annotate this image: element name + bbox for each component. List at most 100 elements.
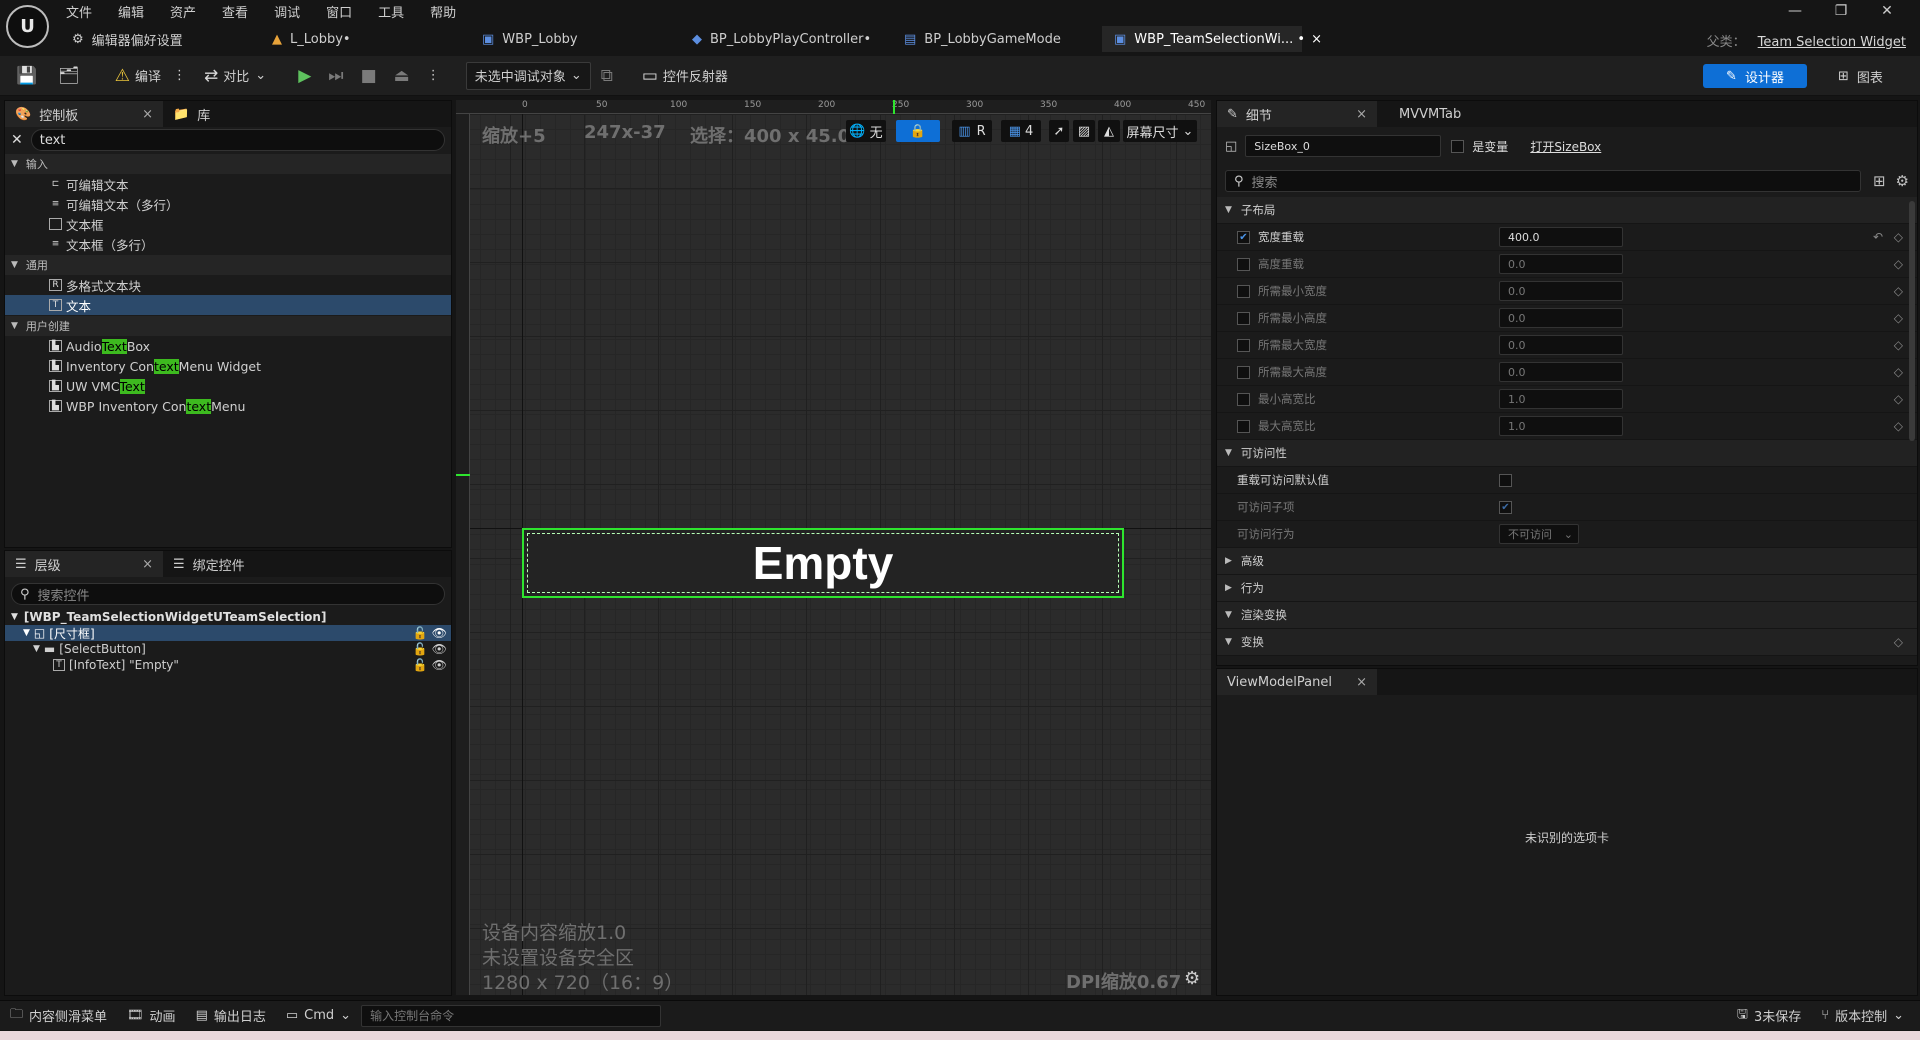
tab-bp-lobby-game-mode[interactable]: ▤ BP_LobbyGameMode bbox=[892, 26, 1102, 52]
cmd-dropdown[interactable]: ▭ Cmd ⌄ bbox=[276, 1001, 361, 1031]
diff-button[interactable]: ⇄ 对比 ⌄ bbox=[198, 61, 272, 91]
hierarchy-node-sizebox[interactable]: ▼ ◱ [尺寸框] 🔓 👁 bbox=[5, 625, 451, 641]
console-command-input[interactable]: 输入控制台命令 bbox=[361, 1004, 662, 1027]
lock-icon[interactable]: 🔓 bbox=[413, 658, 428, 672]
flip-tool[interactable]: ◭ bbox=[1098, 120, 1120, 142]
min-width-input[interactable]: 0.0 bbox=[1499, 281, 1623, 301]
close-window-icon[interactable]: ✕ bbox=[1864, 3, 1910, 19]
details-scrollbar[interactable] bbox=[1909, 201, 1915, 441]
palette-item[interactable]: ▙ UW VMC Text bbox=[5, 376, 451, 396]
tab-library[interactable]: 📁 库 bbox=[163, 101, 220, 127]
hierarchy-root[interactable]: ▼ [WBP_TeamSelectionWidgetUTeamSelection] bbox=[5, 609, 451, 625]
output-log-button[interactable]: ▤ 输出日志 bbox=[186, 1001, 276, 1031]
image-tool[interactable]: ▨ bbox=[1073, 120, 1095, 142]
lock-icon[interactable]: 🔓 bbox=[413, 626, 428, 640]
accessible-behavior-dropdown[interactable]: 不可访问 ⌄ bbox=[1499, 524, 1579, 544]
palette-search-input[interactable]: text bbox=[30, 129, 445, 151]
unsaved-button[interactable]: 🖫 3未保存 bbox=[1727, 1001, 1811, 1031]
animation-button[interactable]: 🎞 动画 bbox=[117, 1001, 186, 1031]
respect-locks-toggle[interactable]: ▥ R bbox=[952, 120, 992, 142]
section-render-transform[interactable]: ▼ 渲染变换 bbox=[1217, 602, 1917, 629]
minimize-icon[interactable]: — bbox=[1772, 3, 1818, 19]
tab-bind-widgets[interactable]: ☰ 绑定控件 bbox=[163, 551, 255, 577]
tab-viewmodel-panel[interactable]: ViewModelPanel × bbox=[1217, 669, 1377, 695]
override-accessible-checkbox[interactable] bbox=[1499, 473, 1512, 487]
reset-arrow-icon[interactable]: ↶ bbox=[1873, 230, 1883, 244]
save-button[interactable]: 💾 bbox=[10, 61, 48, 91]
grid-snap-toggle[interactable]: ▦ 4 bbox=[1001, 120, 1041, 142]
palette-item[interactable]: ▙ Audio Text Box bbox=[5, 336, 451, 356]
graph-mode-button[interactable]: ⊞ 图表 bbox=[1838, 64, 1883, 88]
eye-icon[interactable]: 👁 bbox=[432, 658, 447, 672]
tab-details[interactable]: ✎ 细节 × bbox=[1217, 101, 1377, 127]
table-view-icon[interactable]: ⊞ bbox=[1873, 172, 1886, 190]
close-icon[interactable]: × bbox=[1311, 32, 1322, 47]
max-width-checkbox[interactable] bbox=[1237, 338, 1250, 352]
palette-item[interactable]: 文本框 bbox=[5, 214, 451, 234]
dpi-settings-gear-icon[interactable]: ⚙ bbox=[1184, 968, 1200, 989]
tab-mvvm[interactable]: MVVMTab bbox=[1389, 101, 1471, 127]
unreal-logo-icon[interactable]: U bbox=[6, 5, 49, 48]
keyframe-diamond-icon[interactable]: ◇ bbox=[1894, 365, 1903, 379]
play-button[interactable]: ▶ bbox=[292, 61, 322, 91]
keyframe-diamond-icon[interactable]: ◇ bbox=[1894, 419, 1903, 433]
palette-item[interactable]: ▙ WBP Inventory Con text Menu bbox=[5, 396, 451, 416]
settings-gear-icon[interactable]: ⚙ bbox=[1896, 172, 1909, 190]
category-user-created[interactable]: ▼ 用户创建 bbox=[5, 316, 451, 336]
palette-item[interactable]: ⊏ 可编辑文本 bbox=[5, 174, 451, 194]
max-height-input[interactable]: 0.0 bbox=[1499, 362, 1623, 382]
tab-wbp-team-selection[interactable]: ▣ WBP_TeamSelectionWi... • × bbox=[1102, 26, 1322, 52]
section-transform[interactable]: ▼ 变换 ◇ bbox=[1217, 629, 1917, 656]
localization-toggle[interactable]: 🌐 无 bbox=[846, 120, 886, 142]
palette-item[interactable]: R 多格式文本块 bbox=[5, 275, 451, 295]
browse-button[interactable]: 🗂 bbox=[52, 61, 91, 91]
designer-mode-button[interactable]: ✎ 设计器 bbox=[1703, 64, 1807, 88]
palette-item[interactable]: ▙ Inventory Con text Menu Widget bbox=[5, 356, 451, 376]
play-options-button[interactable]: ⋮ bbox=[421, 61, 446, 91]
min-width-checkbox[interactable] bbox=[1237, 284, 1250, 298]
keyframe-diamond-icon[interactable]: ◇ bbox=[1894, 311, 1903, 325]
hierarchy-node-button[interactable]: ▼ ▬ [SelectButton] 🔓 👁 bbox=[5, 641, 451, 657]
width-override-input[interactable]: 400.0 bbox=[1499, 227, 1623, 247]
close-icon[interactable]: × bbox=[1346, 107, 1367, 122]
select-button-preview[interactable]: Empty bbox=[527, 533, 1119, 593]
step-button[interactable]: ⏭ bbox=[322, 61, 354, 91]
menu-edit[interactable]: 编辑 bbox=[118, 2, 144, 21]
menu-help[interactable]: 帮助 bbox=[430, 2, 456, 21]
screen-size-dropdown[interactable]: 屏幕尺寸 ⌄ bbox=[1123, 120, 1197, 142]
info-text-preview[interactable]: Empty bbox=[753, 536, 894, 590]
menu-window[interactable]: 窗口 bbox=[326, 2, 352, 21]
keyframe-diamond-icon[interactable]: ◇ bbox=[1894, 284, 1903, 298]
hierarchy-node-text[interactable]: T [InfoText] "Empty" 🔓 👁 bbox=[5, 657, 451, 673]
stop-button[interactable]: ■ bbox=[355, 61, 388, 91]
palette-item[interactable]: ≡ 可编辑文本（多行） bbox=[5, 194, 451, 214]
eye-icon[interactable]: 👁 bbox=[432, 626, 447, 640]
open-sizebox-link[interactable]: 打开SizeBox bbox=[1530, 138, 1601, 155]
accessible-children-checkbox[interactable]: ✔ bbox=[1499, 500, 1512, 514]
parent-class-link[interactable]: Team Selection Widget bbox=[1758, 35, 1906, 50]
section-accessibility[interactable]: ▼ 可访问性 bbox=[1217, 440, 1917, 467]
debug-object-select[interactable]: 未选中调试对象 ⌄ bbox=[465, 61, 591, 90]
compile-button[interactable]: ⚠ 编译 bbox=[109, 61, 167, 91]
hierarchy-search-input[interactable]: ⚲ 搜索控件 bbox=[11, 583, 445, 605]
cursor-tool[interactable]: ➚ bbox=[1049, 120, 1069, 142]
tab-wbp-lobby[interactable]: ▣ WBP_Lobby bbox=[470, 26, 680, 52]
widget-reflector-button[interactable]: ▭ 控件反射器 bbox=[636, 61, 734, 91]
menu-view[interactable]: 查看 bbox=[222, 2, 248, 21]
tab-hierarchy[interactable]: ☰ 层级 × bbox=[5, 551, 163, 577]
menu-debug[interactable]: 调试 bbox=[274, 2, 300, 21]
category-input[interactable]: ▼ 输入 bbox=[5, 154, 451, 174]
debug-filter-button[interactable]: ⧉ bbox=[595, 61, 624, 91]
category-common[interactable]: ▼ 通用 bbox=[5, 255, 451, 275]
restore-icon[interactable]: ❐ bbox=[1818, 3, 1864, 19]
content-drawer-button[interactable]: 🗀 内容侧滑菜单 bbox=[0, 1001, 117, 1031]
tab-editor-preferences[interactable]: ⚙ 编辑器偏好设置 bbox=[60, 26, 260, 52]
palette-item[interactable]: ≡ 文本框（多行） bbox=[5, 234, 451, 254]
widget-name-input[interactable]: SizeBox_0 bbox=[1245, 135, 1442, 157]
keyframe-diamond-icon[interactable]: ◇ bbox=[1894, 635, 1903, 649]
clear-search-icon[interactable]: ✕ bbox=[11, 132, 23, 148]
close-icon[interactable]: × bbox=[132, 557, 153, 572]
menu-file[interactable]: 文件 bbox=[66, 2, 92, 21]
keyframe-diamond-icon[interactable]: ◇ bbox=[1894, 392, 1903, 406]
keyframe-diamond-icon[interactable]: ◇ bbox=[1894, 338, 1903, 352]
